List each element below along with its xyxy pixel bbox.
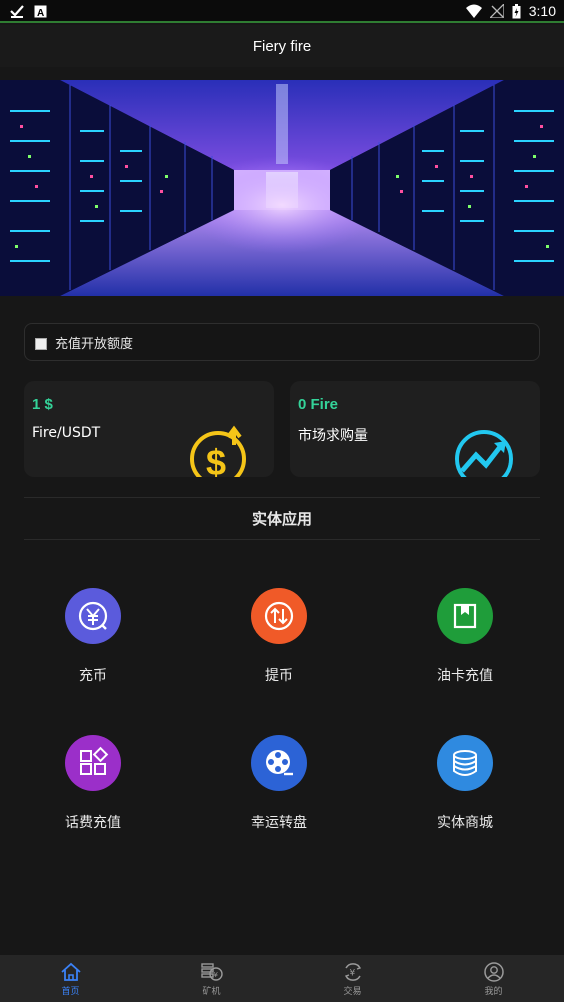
page-title: Fiery fire [252,37,312,55]
section-header: 实体应用 [24,497,540,540]
tab-label: 交易 [343,987,362,997]
status-bar: A 3:10 [0,0,564,23]
battery-icon [512,3,521,18]
database-icon [437,735,493,791]
price-label: Fire/USDT [32,425,101,441]
app-label: 油卡充值 [437,668,493,684]
tab-label: 我的 [484,987,503,997]
tab-label: 矿机 [202,987,221,997]
wifi-icon [465,4,482,18]
app-header: Fiery fire [0,25,564,67]
apps-grid-icon [65,735,121,791]
recharge-notice[interactable]: 充值开放额度 [24,323,540,361]
svg-text:¥: ¥ [213,971,218,979]
demand-label: 市场求购量 [298,428,368,444]
font-a-icon: A [34,5,47,18]
app-label: 实体商城 [437,815,493,831]
tab-label: 首页 [61,987,80,997]
transfer-icon [251,588,307,644]
app-label: 提币 [265,668,293,684]
section-title: 实体应用 [251,510,312,528]
trend-chart-icon [455,430,513,477]
tab-home[interactable]: 首页 [0,955,141,1002]
app-store[interactable]: 实体商城 [405,735,525,832]
tab-trade[interactable]: ¥ 交易 [282,955,423,1002]
check-download-icon [10,5,24,18]
demand-card[interactable]: 0 Fire 市场求购量 [290,381,540,477]
app-phone-topup[interactable]: 话费充值 [33,735,153,832]
fuel-card-icon [437,588,493,644]
app-lucky-wheel[interactable]: 幸运转盘 [219,735,339,832]
app-label: 充币 [79,668,107,684]
notice-checkbox-icon [35,338,47,350]
demand-value: 0 Fire [298,396,339,413]
app-label: 话费充值 [65,815,121,831]
user-icon [483,962,504,982]
notice-text: 充值开放额度 [55,336,134,352]
yuan-exchange-icon: ¥ [344,963,361,981]
no-sim-icon [489,4,504,18]
app-label: 幸运转盘 [251,815,307,831]
tab-profile[interactable]: 我的 [423,955,564,1002]
coins-icon: ¥ [200,963,223,981]
svg-text:$: $ [206,442,226,477]
hero-banner-image [0,80,564,296]
film-reel-icon [251,735,307,791]
status-time: 3:10 [528,3,556,19]
price-card[interactable]: 1 $ Fire/USDT $ [24,381,274,477]
bottom-tab-bar: 首页 ¥ 矿机 ¥ 交易 我的 [0,955,564,1002]
app-fuel-card[interactable]: 油卡充值 [405,588,525,685]
app-recharge[interactable]: 充币 [33,588,153,685]
price-value: 1 $ [32,396,53,413]
svg-text:¥: ¥ [349,969,355,979]
tab-miner[interactable]: ¥ 矿机 [141,955,282,1002]
dollar-coin-icon: $ [190,425,246,477]
app-withdraw[interactable]: 提币 [219,588,339,685]
home-icon [60,962,81,981]
yuan-recharge-icon [65,588,121,644]
svg-text:A: A [37,8,44,18]
